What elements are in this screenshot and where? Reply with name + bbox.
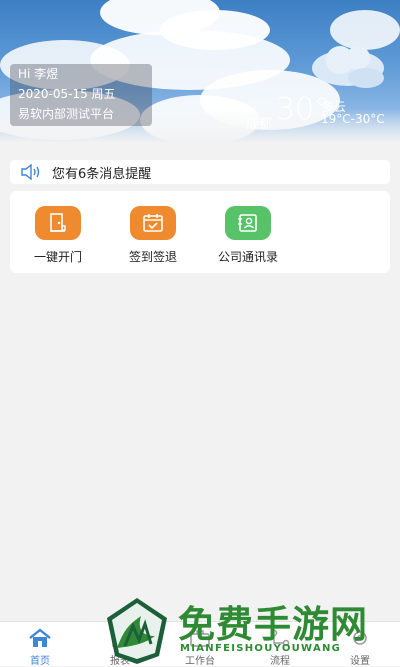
weather-range: 19°C-30°C bbox=[321, 112, 385, 126]
message-notice-bar[interactable]: 您有6条消息提醒 bbox=[10, 160, 390, 184]
tab-label: 工作台 bbox=[185, 656, 215, 667]
greeting-panel: Hi 李煜 2020-05-15 周五 易软内部测试平台 bbox=[10, 64, 152, 126]
speaker-icon bbox=[21, 164, 40, 180]
home-icon bbox=[29, 628, 51, 647]
current-date: 2020-05-15 周五 bbox=[18, 87, 116, 101]
function-card: 一键开门 签到签退 公司通讯录 bbox=[10, 191, 390, 273]
platform-name: 易软内部测试平台 bbox=[18, 107, 115, 121]
door-icon bbox=[35, 206, 81, 240]
tab-label: 流程 bbox=[270, 656, 290, 667]
function-label: 签到签退 bbox=[128, 250, 177, 264]
watermark-subtitle: MIANFEISHOUYOUWANG bbox=[180, 643, 342, 654]
contacts-icon bbox=[225, 206, 271, 240]
header-banner: Hi 李煜 2020-05-15 周五 易软内部测试平台 成都 30° 多云 1… bbox=[0, 0, 400, 142]
tab-label: 设置 bbox=[350, 656, 370, 667]
cloudy-weather-icon bbox=[312, 46, 384, 88]
watermark-title: 免费手游网 bbox=[178, 603, 368, 646]
notice-text: 您有6条消息提醒 bbox=[52, 166, 152, 182]
tab-home[interactable]: 首页 bbox=[0, 622, 80, 667]
company-contacts-button[interactable]: 公司通讯录 bbox=[208, 206, 288, 265]
sign-in-out-button[interactable]: 签到签退 bbox=[113, 206, 193, 265]
function-label: 公司通讯录 bbox=[217, 250, 278, 264]
user-greeting: Hi 李煜 bbox=[18, 67, 59, 81]
one-key-open-door-button[interactable]: 一键开门 bbox=[18, 206, 98, 265]
tab-label: 首页 bbox=[30, 656, 50, 667]
calendar-icon bbox=[130, 206, 176, 240]
watermark-logo bbox=[107, 598, 167, 664]
weather-city: 成都 bbox=[246, 117, 273, 132]
function-label: 一键开门 bbox=[33, 250, 82, 264]
